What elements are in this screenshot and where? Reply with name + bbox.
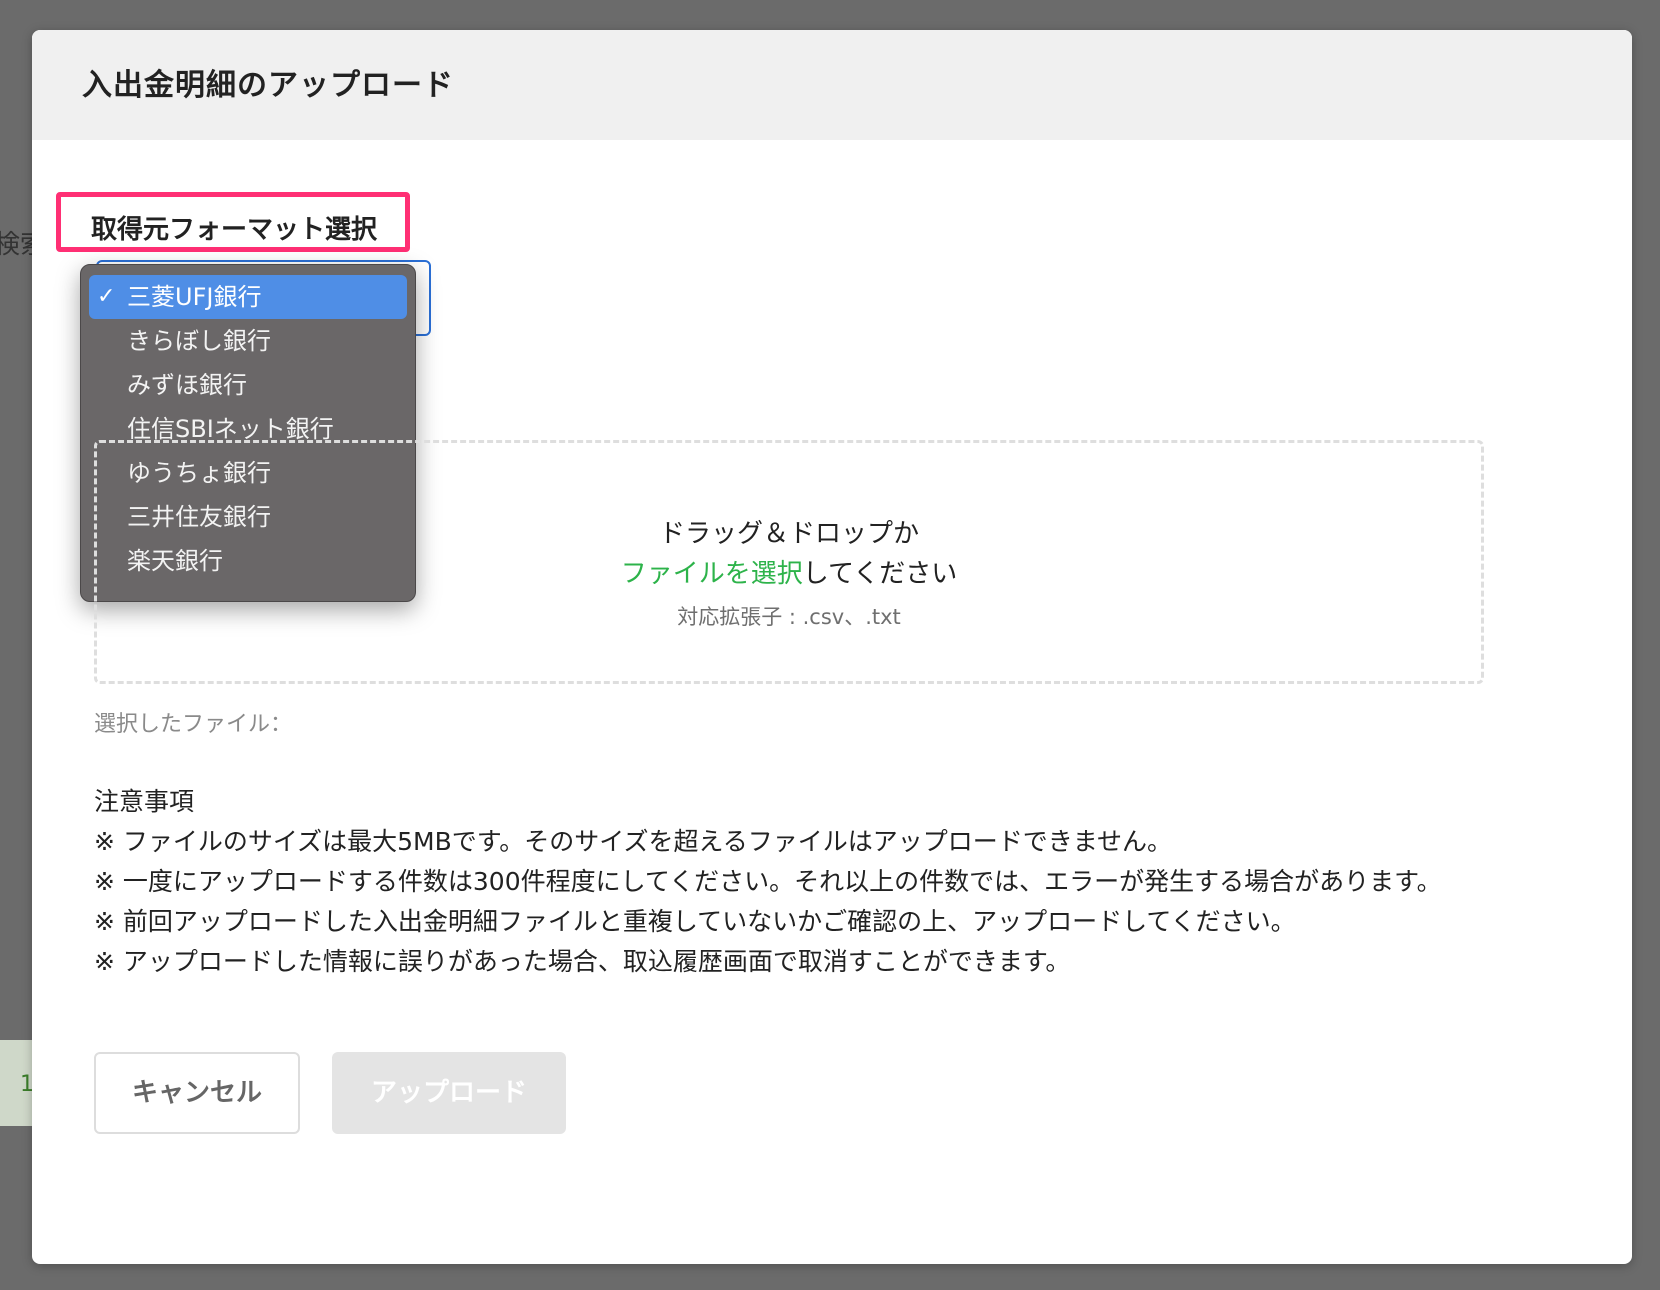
upload-modal: 入出金明細のアップロード 取得元フォーマット選択 ✓ 三菱UFJ銀行 きらぼし銀… [32,30,1632,1264]
dropzone-select-line: ファイルを選択してください [97,553,1481,590]
selected-file-label: 選択したファイル： [94,712,293,737]
format-label-highlight: 取得元フォーマット選択 [56,192,410,252]
supported-extensions: 対応拡張子 : .csv、.txt [677,605,901,629]
note-item: ※ ファイルのサイズは最大5MBです。そのサイズを超えるファイルはアップロードで… [94,827,1173,856]
note-item: ※ 一度にアップロードする件数は300件程度にしてください。それ以上の件数では、… [94,867,1442,896]
dropzone-suffix: してください [802,559,958,589]
note-item: ※ アップロードした情報に誤りがあった場合、取込履歴画面で取消すことができます。 [94,947,1071,976]
modal-title: 入出金明細のアップロード [82,68,454,103]
option-label: 三菱UFJ銀行 [127,283,262,311]
option-label: みずほ銀行 [127,371,247,399]
dropdown-option-mizuho[interactable]: みずほ銀行 [89,363,407,407]
note-item: ※ 前回アップロードした入出金明細ファイルと重複していないかご確認の上、アップロ… [94,907,1296,936]
select-file-link[interactable]: ファイルを選択 [621,559,803,589]
notes-section: 注意事項 ※ ファイルのサイズは最大5MBです。そのサイズを超えるファイルはアッ… [94,782,1494,982]
notes-heading: 注意事項 [94,787,195,816]
format-select-label: 取得元フォーマット選択 [91,215,378,245]
upload-button[interactable]: アップロード [332,1052,566,1134]
cancel-button[interactable]: キャンセル [94,1052,300,1134]
dropdown-option-kiraboshi[interactable]: きらぼし銀行 [89,319,407,363]
dropzone-instruction: ドラッグ＆ドロップか [658,519,919,549]
option-label: きらぼし銀行 [127,327,271,355]
file-dropzone[interactable]: ドラッグ＆ドロップか ファイルを選択してください 対応拡張子 : .csv、.t… [94,440,1484,684]
check-icon: ✓ [97,284,116,309]
dropdown-option-mufg[interactable]: ✓ 三菱UFJ銀行 [89,275,407,319]
modal-header: 入出金明細のアップロード [32,30,1632,140]
